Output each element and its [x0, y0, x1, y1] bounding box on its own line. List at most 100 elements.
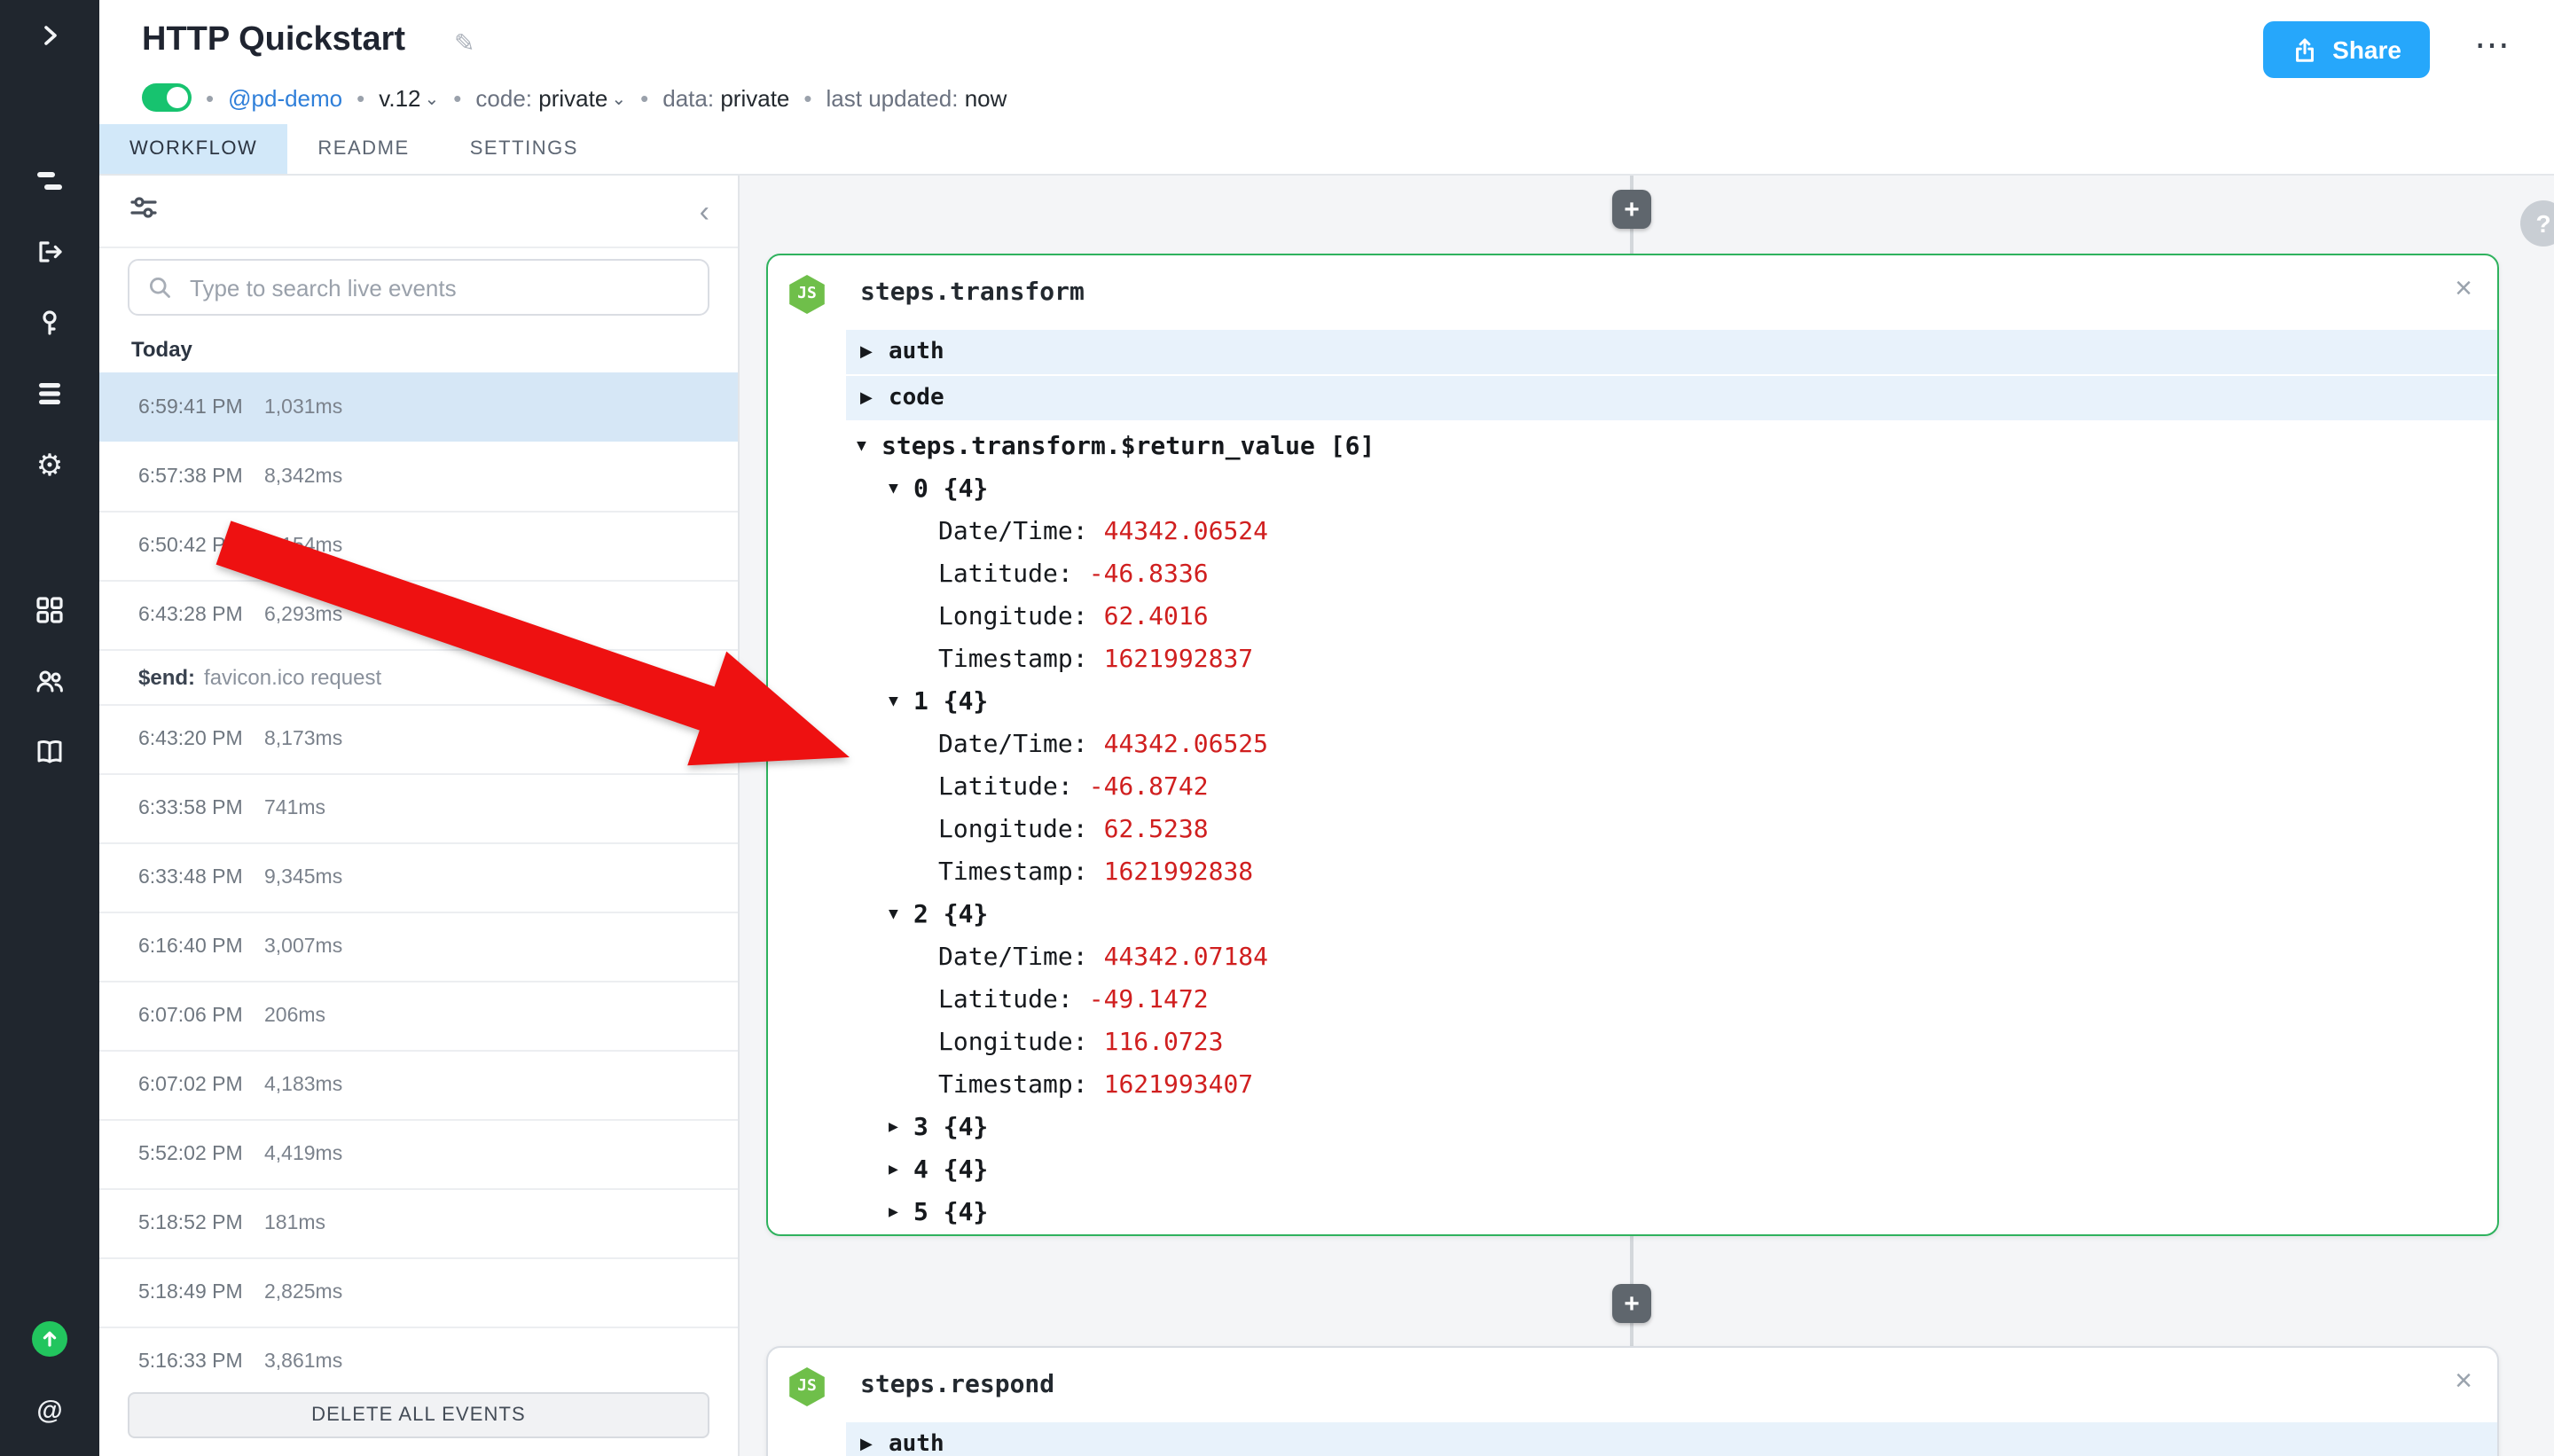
step-title: steps.transform [860, 278, 1085, 307]
search-input[interactable] [186, 272, 690, 302]
event-row[interactable]: 6:43:28 PM6,293ms [99, 580, 738, 649]
event-row[interactable]: 5:18:52 PM181ms [99, 1188, 738, 1257]
step-card-respond[interactable]: JS steps.respond × ▶auth [766, 1346, 2499, 1456]
share-button[interactable]: Share [2263, 21, 2430, 78]
section-auth[interactable]: ▶auth [846, 1422, 2497, 1456]
event-row[interactable]: 6:33:48 PM9,345ms [99, 842, 738, 912]
more-options-icon[interactable]: ⋯ [2474, 23, 2511, 67]
sidebar-item-people[interactable] [0, 646, 99, 716]
sidebar-item-runs[interactable] [0, 216, 99, 287]
event-row[interactable]: 6:57:38 PM8,342ms [99, 442, 738, 511]
tab-workflow[interactable]: WORKFLOW [99, 124, 287, 174]
workflow-canvas: + ? JS steps.transform × ▶auth▶code ▼ste… [738, 176, 2554, 1456]
event-row[interactable]: 6:59:41 PM1,031ms [99, 372, 738, 442]
field-key: Date/Time: [938, 731, 1088, 759]
caret-right-icon: ▶ [860, 388, 885, 408]
event-row[interactable]: 6:50:42 PM9,154ms [99, 511, 738, 580]
filter-icon[interactable] [128, 191, 160, 231]
add-step-button[interactable]: + [1612, 190, 1651, 229]
tree-line: Date/Time:44342.06525 [846, 724, 2497, 766]
tree-line: ▶4 {4} [846, 1149, 2497, 1192]
close-step-icon[interactable]: × [2455, 1366, 2472, 1396]
tree-line: Timestamp:1621993407 [846, 1064, 2497, 1107]
section-auth[interactable]: ▶auth [846, 330, 2497, 374]
version-dropdown[interactable]: v.12⌄ [379, 84, 439, 111]
event-row[interactable]: 6:16:40 PM3,007ms [99, 912, 738, 981]
tree-line: Latitude:-46.8742 [846, 766, 2497, 809]
entry-label: 2 {4} [913, 901, 988, 929]
caret-down-icon[interactable]: ▼ [889, 906, 913, 924]
sidebar-expand-chevron-icon[interactable] [0, 0, 99, 71]
help-button[interactable]: ? [2520, 200, 2554, 247]
event-row[interactable]: 6:07:06 PM206ms [99, 981, 738, 1050]
event-list: 6:59:41 PM1,031ms6:57:38 PM8,342ms6:50:4… [99, 372, 738, 1396]
event-row[interactable]: 5:16:33 PM3,861ms [99, 1327, 738, 1396]
field-value: 62.5238 [1104, 816, 1209, 844]
caret-down-icon[interactable]: ▼ [857, 438, 881, 456]
chevron-down-icon: ⌄ [425, 90, 440, 109]
code-visibility-dropdown[interactable]: code: private⌄ [475, 84, 626, 111]
sidebar-item-data-stores[interactable] [0, 358, 99, 429]
sidebar-item-docs[interactable] [0, 716, 99, 787]
field-value: 44342.06524 [1104, 518, 1268, 546]
meta-separator: • [453, 84, 461, 111]
event-row[interactable]: 5:52:02 PM4,419ms [99, 1119, 738, 1188]
tree-line: Timestamp:1621992838 [846, 851, 2497, 894]
owner-link[interactable]: @pd-demo [228, 84, 342, 111]
tab-readme[interactable]: README [287, 124, 439, 174]
sidebar-item-mentions[interactable]: @ [0, 1374, 99, 1445]
step-card-body: JS steps.transform × ▶auth▶code ▼steps.t… [768, 255, 2497, 1234]
delete-all-events-button[interactable]: DELETE ALL EVENTS [128, 1392, 709, 1438]
entry-label: 1 {4} [913, 688, 988, 716]
field-key: Latitude: [938, 986, 1073, 1014]
sidebar-item-pipelines[interactable] [0, 145, 99, 216]
step-card-transform[interactable]: JS steps.transform × ▶auth▶code ▼steps.t… [766, 254, 2499, 1236]
event-row[interactable]: 6:07:02 PM4,183ms [99, 1050, 738, 1119]
caret-right-icon: ▶ [860, 1435, 885, 1454]
field-key: Timestamp: [938, 1071, 1088, 1100]
tree-line: ▶3 {4} [846, 1107, 2497, 1149]
caret-right-icon: ▶ [860, 342, 885, 362]
tab-bar: WORKFLOW README SETTINGS [99, 124, 2554, 176]
event-note-row[interactable]: $end:favicon.ico request [99, 649, 738, 704]
last-updated: last updated: now [827, 84, 1007, 111]
result-root-label: steps.transform.$return_value [6] [881, 433, 1375, 461]
event-row[interactable]: 6:43:20 PM8,173ms [99, 704, 738, 773]
tree-line: ▼2 {4} [846, 894, 2497, 936]
tree-line: Date/Time:44342.07184 [846, 936, 2497, 979]
event-search [128, 259, 709, 316]
tree-line: Date/Time:44342.06524 [846, 511, 2497, 553]
sidebar-item-keys[interactable] [0, 287, 99, 358]
field-key: Latitude: [938, 560, 1073, 589]
add-step-button[interactable]: + [1612, 1284, 1651, 1323]
section-code[interactable]: ▶code [846, 376, 2497, 420]
tab-settings[interactable]: SETTINGS [440, 124, 608, 174]
caret-right-icon[interactable]: ▶ [889, 1204, 913, 1222]
workflow-header: HTTP Quickstart ✎ • @pd-demo • v.12⌄ • c… [99, 0, 2554, 124]
field-key: Timestamp: [938, 858, 1088, 887]
sidebar-item-updates[interactable] [0, 1303, 99, 1374]
meta-separator: • [206, 84, 214, 111]
event-row[interactable]: 5:18:49 PM2,825ms [99, 1257, 738, 1327]
tree-line: ▼1 {4} [846, 681, 2497, 724]
events-panel: ‹ Today 6:59:41 PM1,031ms6:57:38 PM8,342… [99, 176, 740, 1456]
tree-line: ▶5 {4} [846, 1192, 2497, 1234]
caret-right-icon[interactable]: ▶ [889, 1119, 913, 1137]
meta-separator: • [356, 84, 364, 111]
field-value: 1621992837 [1104, 646, 1254, 674]
caret-down-icon[interactable]: ▼ [889, 481, 913, 498]
collapse-panel-icon[interactable]: ‹ [700, 196, 709, 226]
field-key: Date/Time: [938, 943, 1088, 972]
app-root: ⚙ @ HTTP Quickstart ✎ • [0, 0, 2554, 1456]
search-icon [147, 275, 172, 300]
workflow-active-toggle[interactable] [142, 83, 192, 112]
entry-label: 0 {4} [913, 475, 988, 504]
sidebar-item-settings[interactable]: ⚙ [0, 429, 99, 500]
event-row[interactable]: 6:33:58 PM741ms [99, 773, 738, 842]
sidebar-item-apps[interactable] [0, 575, 99, 646]
caret-right-icon[interactable]: ▶ [889, 1162, 913, 1179]
edit-title-icon[interactable]: ✎ [454, 28, 474, 59]
field-value: 62.4016 [1104, 603, 1209, 631]
caret-down-icon[interactable]: ▼ [889, 693, 913, 711]
close-step-icon[interactable]: × [2455, 273, 2472, 303]
